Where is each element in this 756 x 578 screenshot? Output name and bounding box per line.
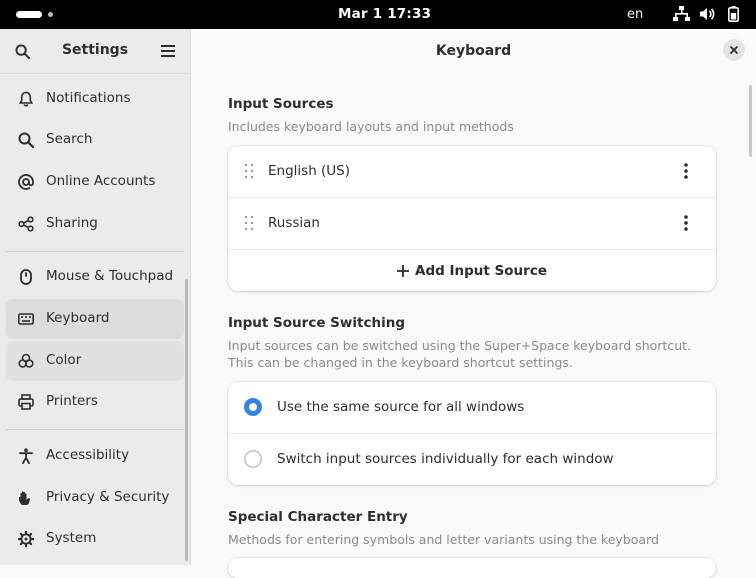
hamburger-menu-icon — [161, 45, 175, 57]
sidebar-separator — [6, 251, 184, 252]
settings-sidebar: Settings Notifications Search Online Acc… — [0, 29, 191, 565]
switching-options-list: Use the same source for all windows Swit… — [228, 382, 716, 485]
network-icon[interactable] — [673, 6, 690, 22]
sidebar-item-privacy-security[interactable]: Privacy & Security — [6, 478, 184, 518]
input-source-row[interactable]: Russian — [228, 198, 716, 249]
sidebar-item-label: Privacy & Security — [46, 489, 170, 505]
main-menu-button[interactable] — [156, 39, 180, 63]
radio-button-unselected[interactable] — [244, 450, 262, 468]
input-source-label: Russian — [268, 215, 320, 231]
accessibility-icon — [19, 448, 33, 464]
page-title: Keyboard — [435, 43, 512, 59]
mouse-icon — [20, 269, 32, 285]
switching-option-label: Use the same source for all windows — [277, 399, 525, 415]
switching-title: Input Source Switching — [228, 315, 405, 331]
input-sources-list: English (US) Russian Add Input Source — [228, 146, 716, 291]
input-sources-description: Includes keyboard layouts and input meth… — [228, 119, 514, 134]
input-source-menu-button[interactable] — [674, 159, 698, 183]
drag-handle-icon[interactable] — [244, 163, 254, 179]
sidebar-item-color[interactable]: Color — [6, 341, 184, 381]
keyboard-icon — [18, 313, 34, 325]
activities-button[interactable] — [16, 11, 42, 18]
sidebar-item-label: Printers — [46, 393, 98, 409]
kebab-menu-icon — [684, 215, 688, 231]
sidebar-item-notifications[interactable]: Notifications — [6, 79, 184, 119]
sidebar-item-printers[interactable]: Printers — [6, 382, 184, 422]
input-sources-title: Input Sources — [228, 96, 334, 112]
sidebar-item-mouse-touchpad[interactable]: Mouse & Touchpad — [6, 257, 184, 297]
sidebar-item-search[interactable]: Search — [6, 120, 184, 160]
bell-icon — [18, 91, 34, 107]
special-chars-title: Special Character Entry — [228, 509, 408, 525]
at-icon — [18, 174, 34, 190]
clock[interactable]: Mar 1 17:33 — [338, 6, 431, 22]
sidebar-item-sharing[interactable]: Sharing — [6, 204, 184, 244]
sidebar-item-label: Online Accounts — [46, 173, 156, 189]
switching-option-row[interactable]: Switch input sources individually for ea… — [228, 434, 716, 485]
keyboard-panel: Keyboard Input Sources Includes keyboard… — [191, 29, 756, 578]
top-bar: Mar 1 17:33 en — [0, 0, 756, 29]
workspace-indicator[interactable] — [48, 12, 53, 17]
main-scrollbar[interactable] — [749, 85, 752, 157]
drag-handle-icon[interactable] — [244, 215, 254, 231]
plus-icon — [397, 264, 410, 277]
kebab-menu-icon — [684, 163, 688, 179]
switching-option-row[interactable]: Use the same source for all windows — [228, 382, 716, 433]
input-source-row[interactable]: English (US) — [228, 146, 716, 197]
input-language-indicator[interactable]: en — [627, 7, 643, 22]
add-input-source-button[interactable]: Add Input Source — [228, 250, 716, 291]
sidebar-item-label: Color — [46, 352, 82, 368]
search-icon — [18, 132, 34, 148]
sidebar-item-accessibility[interactable]: Accessibility — [6, 436, 184, 476]
hand-icon — [19, 491, 30, 505]
sidebar-scrollbar[interactable] — [185, 279, 188, 561]
close-button[interactable] — [723, 39, 745, 61]
gear-icon — [18, 531, 34, 547]
sidebar-item-online-accounts[interactable]: Online Accounts — [6, 162, 184, 202]
battery-icon[interactable] — [728, 6, 739, 22]
radio-button-selected[interactable] — [244, 398, 262, 416]
sidebar-item-keyboard[interactable]: Keyboard — [6, 299, 184, 339]
share-icon — [18, 216, 34, 232]
special-chars-description: Methods for entering symbols and letter … — [228, 532, 659, 547]
sidebar-item-label: Accessibility — [46, 447, 130, 463]
sidebar-item-label: Notifications — [46, 90, 131, 106]
color-icon — [18, 353, 34, 368]
sidebar-item-label: Sharing — [46, 215, 98, 231]
sidebar-separator — [6, 429, 184, 430]
sidebar-header: Settings — [0, 29, 190, 74]
add-input-source-label: Add Input Source — [415, 262, 547, 279]
printer-icon — [18, 394, 34, 410]
special-chars-list — [228, 558, 716, 578]
sidebar-item-label: Search — [46, 131, 93, 147]
sidebar-item-label: Mouse & Touchpad — [46, 268, 174, 284]
volume-icon[interactable] — [699, 6, 715, 22]
switching-option-label: Switch input sources individually for ea… — [277, 451, 614, 467]
input-source-label: English (US) — [268, 163, 351, 179]
sidebar-item-label: System — [46, 530, 97, 546]
switching-description-line2: This can be changed in the keyboard shor… — [228, 355, 573, 370]
sidebar-item-system[interactable]: System — [6, 519, 184, 559]
switching-description-line1: Input sources can be switched using the … — [228, 338, 691, 353]
input-source-menu-button[interactable] — [674, 211, 698, 235]
sidebar-item-label: Keyboard — [46, 310, 110, 326]
close-icon — [730, 46, 738, 54]
